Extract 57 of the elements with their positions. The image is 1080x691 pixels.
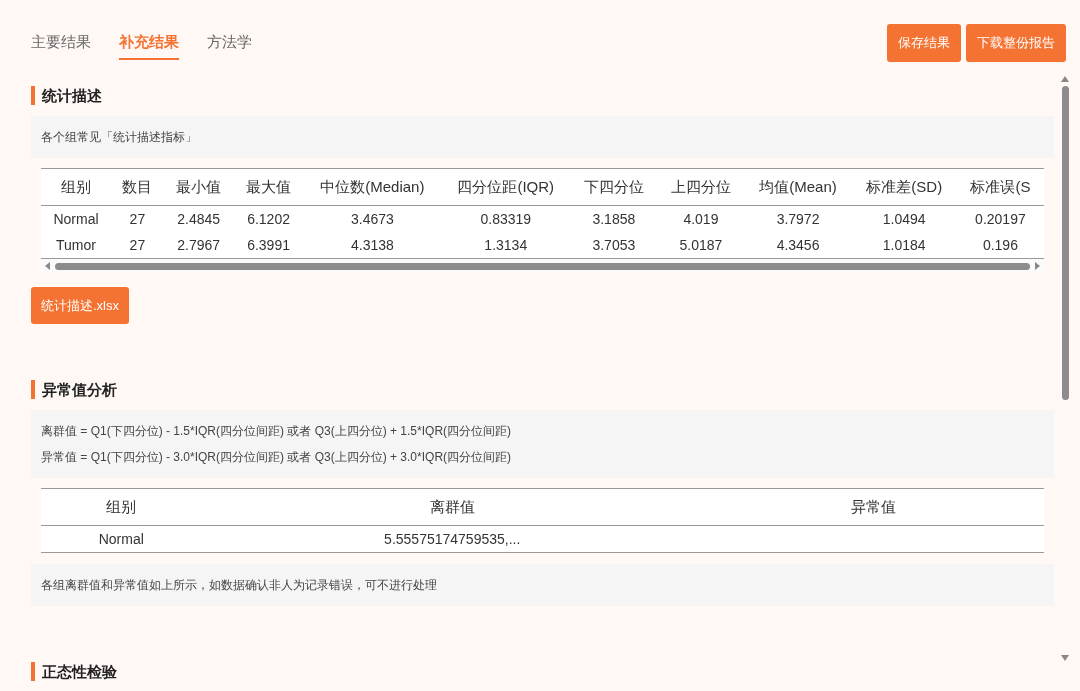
column-header: 异常值 [702, 488, 1044, 526]
tab[interactable]: 方法学 [207, 26, 252, 60]
column-header: 下四分位 [570, 168, 658, 206]
column-header: 最大值 [233, 168, 304, 206]
column-header: 标准误(S [956, 168, 1044, 206]
table-cell: 1.0184 [851, 232, 957, 259]
scrollbar-thumb[interactable] [55, 262, 1030, 270]
table-cell: 1.3134 [441, 232, 571, 259]
tab[interactable]: 主要结果 [31, 26, 91, 60]
section-heading: 统计描述 [31, 86, 1054, 105]
column-header: 标准差(SD) [851, 168, 957, 206]
table-cell: 4.019 [657, 205, 745, 232]
column-header: 组别 [41, 488, 202, 526]
table-cell: 5.55575174759535,... [201, 525, 703, 553]
column-header: 最小值 [163, 168, 234, 206]
scroll-right-icon[interactable] [1034, 262, 1040, 270]
column-header: 四分位距(IQR) [441, 168, 571, 206]
scroll-left-icon[interactable] [45, 262, 51, 270]
table-cell: 3.4673 [303, 205, 442, 232]
section-heading: 正态性检验 [31, 662, 1054, 681]
table-cell: 3.7972 [744, 205, 852, 232]
table-cell: 0.196 [956, 232, 1044, 259]
table-cell: Normal [41, 525, 202, 553]
table-cell: 4.3138 [303, 232, 442, 259]
action-button[interactable]: 下载整份报告 [966, 24, 1066, 62]
table-cell: 5.0187 [657, 232, 745, 259]
note-text: 离群值 = Q1(下四分位) - 1.5*IQR(四分位间距) 或者 Q3(上四分位) + 1.5*IQR(四分位间距) [41, 423, 513, 440]
table-cell: 1.0494 [851, 205, 957, 232]
table-cell: 0.20197 [956, 205, 1044, 232]
table-cell: Tumor [41, 232, 112, 259]
tab[interactable]: 补充结果 [119, 26, 179, 60]
note-text: 各组离群值和异常值如上所示，如数据确认非人为记录错误，可不进行处理 [41, 577, 438, 594]
section-heading: 异常值分析 [31, 380, 1054, 399]
column-header: 数目 [111, 168, 164, 206]
download-file-button[interactable]: 统计描述.xlsx [31, 287, 129, 324]
note-text: 异常值 = Q1(下四分位) - 3.0*IQR(四分位间距) 或者 Q3(上四分位) + 3.0*IQR(四分位间距) [41, 449, 513, 466]
action-button[interactable]: 保存结果 [887, 24, 961, 62]
column-header: 离群值 [201, 488, 703, 526]
note-text: 各个组常见「统计描述指标」 [41, 129, 198, 146]
table-cell: Normal [41, 205, 112, 232]
table-cell: 3.7053 [570, 232, 658, 259]
column-header: 组别 [41, 168, 112, 206]
column-header: 均值(Mean) [744, 168, 852, 206]
table-cell: 0.83319 [441, 205, 571, 232]
table-cell: 27 [111, 205, 164, 232]
scroll-down-icon[interactable] [1061, 655, 1069, 661]
scrollbar-thumb[interactable] [1061, 86, 1069, 400]
table-cell: 2.4845 [163, 205, 234, 232]
table-cell: 4.3456 [744, 232, 852, 259]
table-cell: 3.1858 [570, 205, 658, 232]
table-cell: 6.1202 [233, 205, 304, 232]
table-cell: 6.3991 [233, 232, 304, 259]
column-header: 上四分位 [657, 168, 745, 206]
scroll-up-icon[interactable] [1061, 76, 1069, 82]
table-cell: 2.7967 [163, 232, 234, 259]
table-cell: 27 [111, 232, 164, 259]
column-header: 中位数(Median) [303, 168, 442, 206]
